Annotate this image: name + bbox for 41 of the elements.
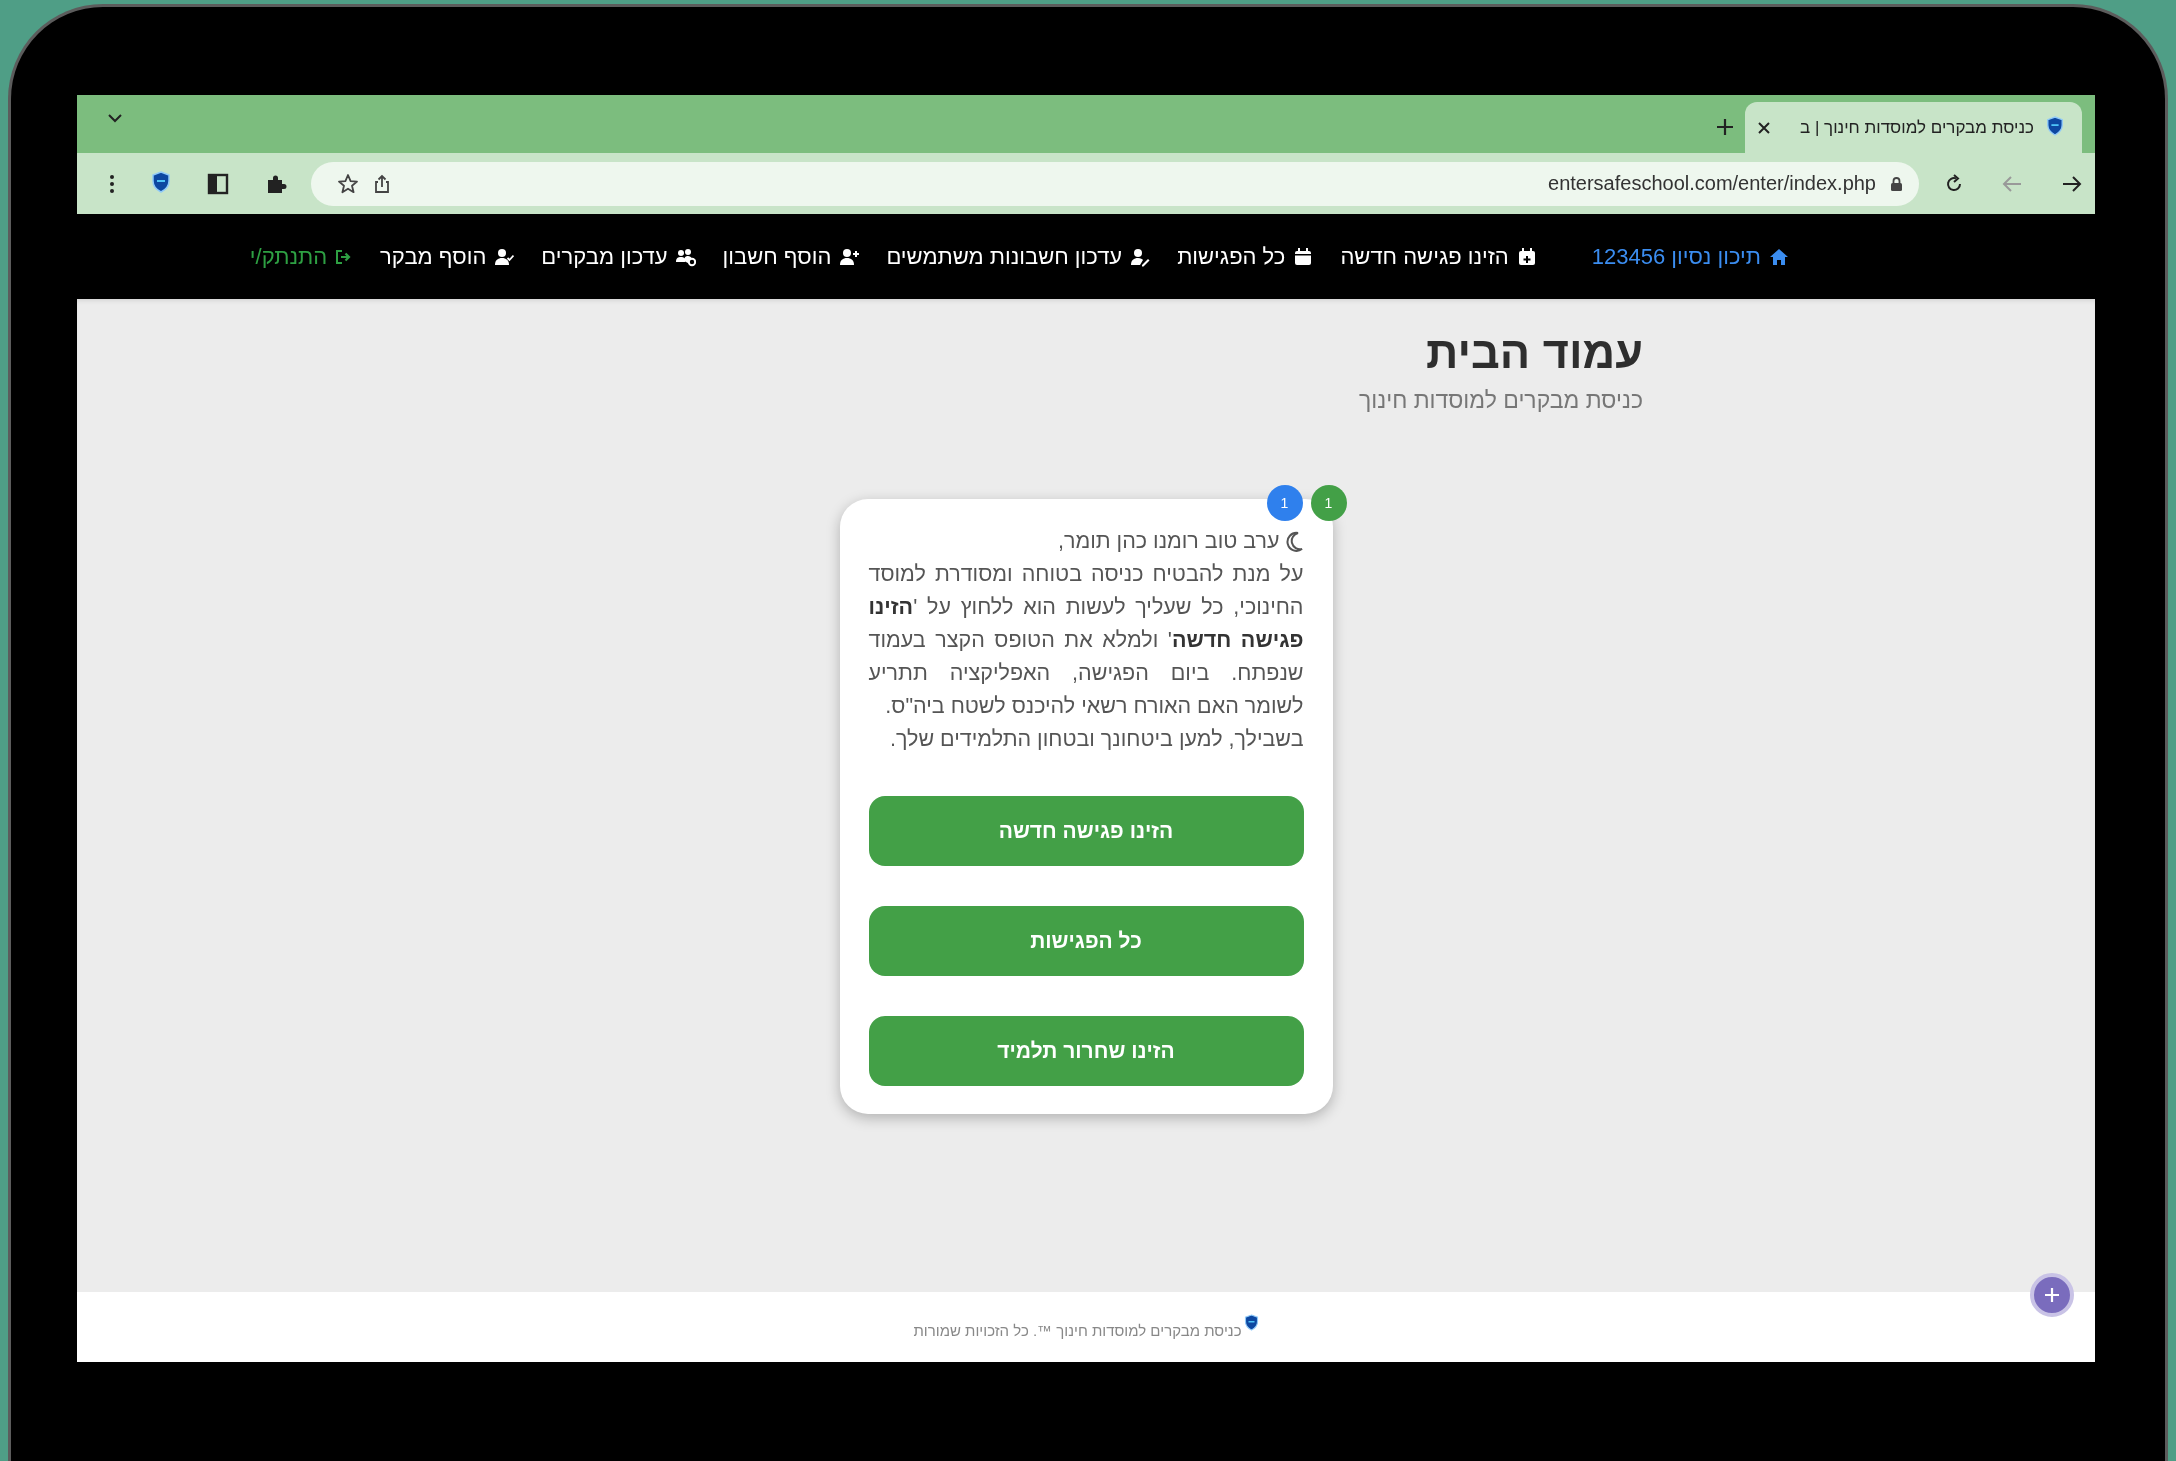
tab-title: כניסת מבקרים למוסדות חינוך | ב bbox=[1799, 117, 2034, 138]
page-subtitle: כניסת מבקרים למוסדות חינוך bbox=[1357, 387, 1643, 414]
nav-link-text: כל הפגישות bbox=[1177, 243, 1286, 270]
nav-link-text: הוסף חשבון bbox=[722, 243, 832, 270]
nav-link[interactable]: הוסף חשבון bbox=[722, 243, 860, 270]
greeting-text: ערב טוב רומנו כהן תומר, bbox=[1057, 528, 1280, 555]
nav-link-text: הוסף מבקר bbox=[380, 243, 487, 270]
user-edit-icon bbox=[1130, 246, 1151, 267]
sidebar-icon[interactable] bbox=[207, 172, 229, 195]
menu-icon[interactable] bbox=[109, 173, 115, 194]
count-badge: 1 bbox=[1266, 485, 1303, 521]
plus-icon[interactable] bbox=[1715, 117, 1735, 137]
page-title: עמוד הבית bbox=[1425, 326, 1643, 380]
add-button[interactable] bbox=[2030, 1273, 2074, 1317]
calendar-plus-icon bbox=[1516, 246, 1537, 267]
plus-icon bbox=[2043, 1286, 2061, 1304]
calendar-icon bbox=[1293, 246, 1314, 267]
url-text: entersafeschool.com/enter/index.php bbox=[1548, 172, 1876, 195]
star-icon[interactable] bbox=[337, 172, 359, 195]
user-check-icon bbox=[494, 246, 515, 267]
forward-icon[interactable] bbox=[2061, 173, 2083, 194]
logout-link[interactable]: התנתק/י bbox=[249, 243, 354, 270]
user-plus-icon bbox=[839, 246, 860, 267]
logout-text: התנתק/י bbox=[249, 243, 328, 270]
nav-link[interactable]: הוסף מבקר bbox=[380, 243, 515, 270]
close-icon[interactable] bbox=[1757, 120, 1771, 135]
lock-icon bbox=[1890, 175, 1903, 192]
share-icon[interactable] bbox=[373, 173, 391, 194]
nav-link[interactable]: כל הפגישות bbox=[1177, 243, 1314, 270]
address-bar[interactable]: entersafeschool.com/enter/index.php bbox=[311, 161, 1919, 206]
info-paragraph: בשבילך, למען ביטחונך ובטחון התלמידים שלך. bbox=[889, 726, 1304, 753]
users-gear-icon bbox=[675, 246, 696, 267]
nav-link[interactable]: עדכון מבקרים bbox=[541, 243, 696, 270]
footer-text: כניסת מבקרים למוסדות חינוך ™. כל הזכויות שמורות bbox=[913, 1321, 1242, 1339]
browser-tab[interactable]: כניסת מבקרים למוסדות חינוך | ב bbox=[1745, 102, 2082, 153]
nav-link-text: עדכון מבקרים bbox=[541, 243, 668, 270]
home-icon bbox=[1769, 247, 1789, 266]
count-badge: 1 bbox=[1310, 485, 1347, 521]
chevron-down-icon[interactable] bbox=[107, 113, 123, 123]
moon-icon bbox=[1283, 530, 1304, 553]
info-paragraph: על מנת להבטיח כניסה בטוחה ומסודרת למוסד החינוכי, כל שעליך לעשות הוא ללחוץ על 'הזינו פגישה חדשה' ולמלא את הטופס הקצר בעמוד שנפתח. ביום הפגישה, האפליקציה תתריע לשומר האם האורח רשאי להיכנס לשטח ביה"ס. bbox=[868, 561, 1304, 720]
